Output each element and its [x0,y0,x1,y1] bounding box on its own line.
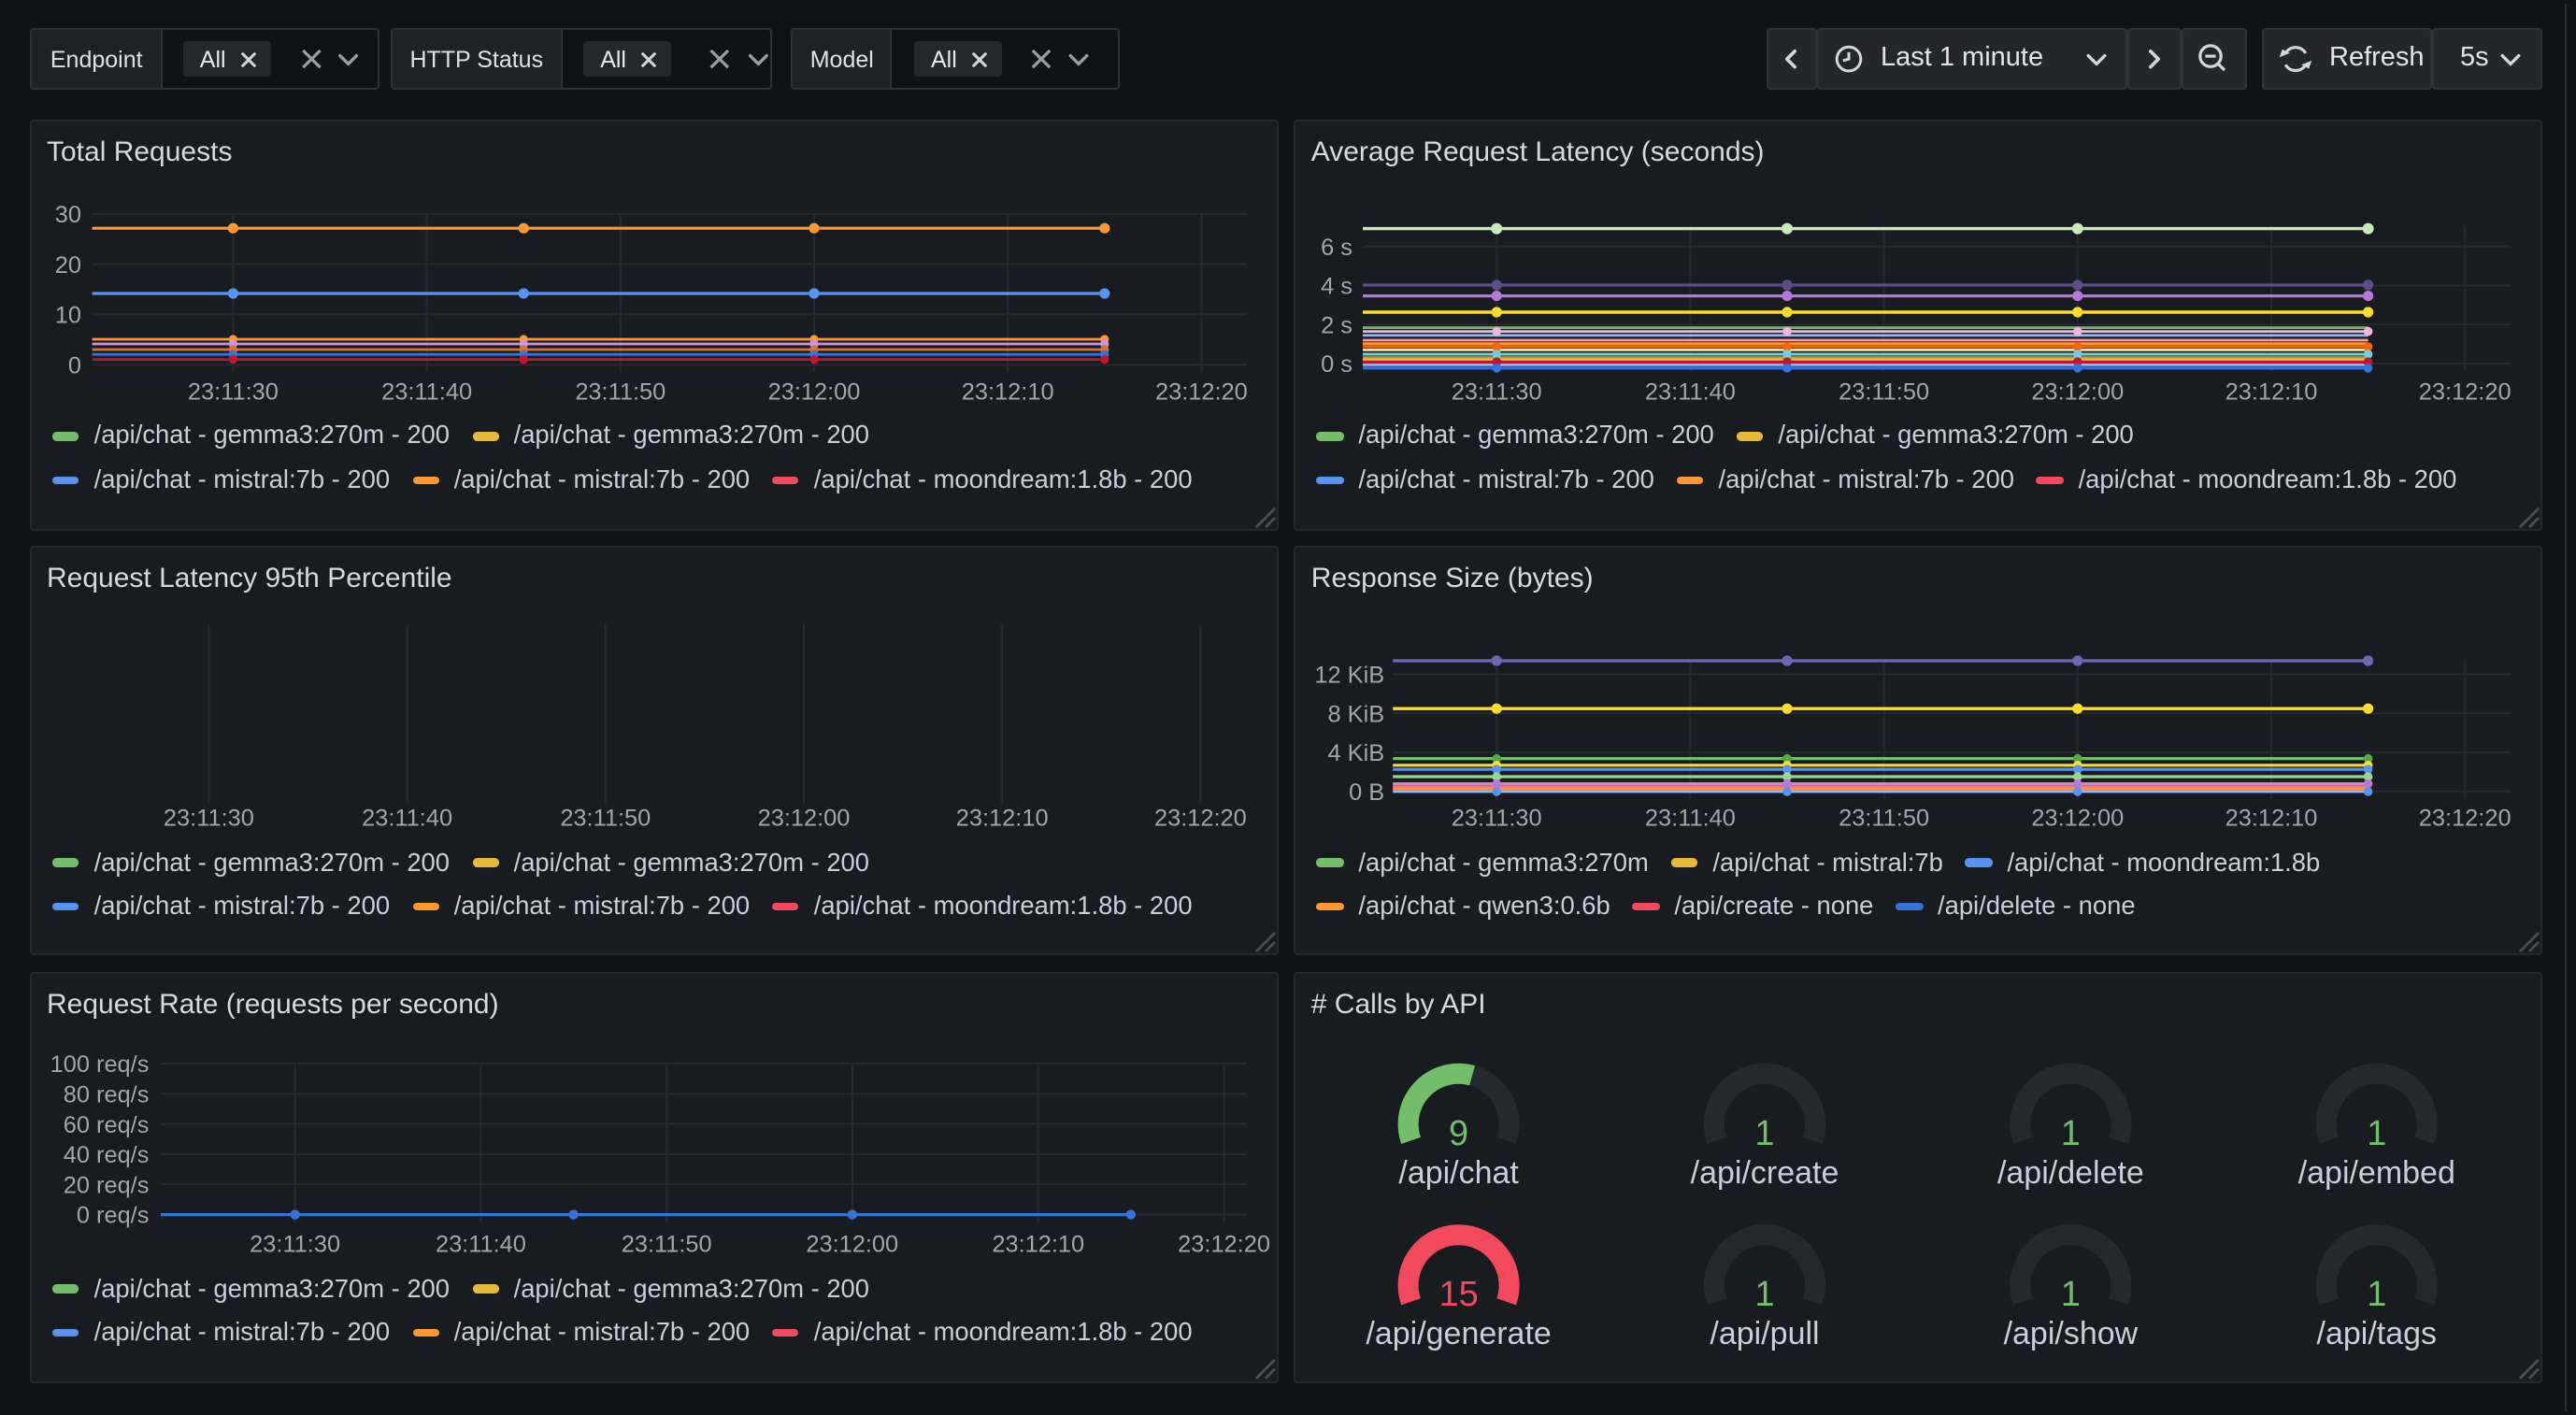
svg-text:1: 1 [1755,1276,1775,1315]
svg-text:1: 1 [2368,1276,2387,1315]
svg-text:23:12:20: 23:12:20 [2420,806,2512,832]
svg-text:23:11:30: 23:11:30 [1453,806,1543,832]
svg-text:23:11:40: 23:11:40 [436,1232,526,1258]
svg-text:23:11:40: 23:11:40 [381,379,472,405]
svg-text:12 KiB: 12 KiB [1315,663,1385,689]
svg-text:20 req/s: 20 req/s [64,1173,150,1199]
svg-text:23:12:00: 23:12:00 [2032,806,2125,832]
svg-text:23:12:00: 23:12:00 [758,806,851,832]
svg-text:40 req/s: 40 req/s [64,1143,150,1169]
svg-text:100 req/s: 100 req/s [50,1052,150,1079]
svg-text:23:11:40: 23:11:40 [1646,806,1737,832]
svg-text:23:12:20: 23:12:20 [1155,379,1248,405]
svg-text:/api/generate: /api/generate [1367,1317,1552,1352]
svg-text:23:12:10: 23:12:10 [956,806,1049,832]
svg-text:/api/tags: /api/tags [2317,1317,2437,1352]
svg-text:0: 0 [68,352,81,379]
svg-text:10: 10 [55,303,81,329]
svg-text:23:11:40: 23:11:40 [362,806,452,832]
svg-text:23:11:30: 23:11:30 [188,379,279,405]
svg-text:/api/pull: /api/pull [1710,1317,1820,1352]
svg-text:9: 9 [1450,1114,1469,1153]
svg-text:23:12:20: 23:12:20 [2420,379,2512,405]
svg-text:23:12:10: 23:12:10 [2225,379,2318,405]
svg-text:1: 1 [2062,1114,2082,1153]
svg-text:1: 1 [2368,1114,2387,1153]
svg-text:23:12:10: 23:12:10 [962,379,1054,405]
svg-text:23:12:00: 23:12:00 [768,379,861,405]
svg-text:23:12:00: 23:12:00 [2032,379,2125,405]
svg-text:0 s: 0 s [1322,351,1353,378]
svg-text:23:11:50: 23:11:50 [1839,806,1930,832]
svg-text:1: 1 [2062,1276,2082,1315]
svg-text:/api/embed: /api/embed [2298,1155,2455,1191]
svg-text:23:11:50: 23:11:50 [1839,379,1930,405]
svg-text:1: 1 [1755,1114,1775,1153]
svg-text:23:11:40: 23:11:40 [1646,379,1737,405]
svg-text:/api/delete: /api/delete [1998,1155,2145,1191]
svg-text:15: 15 [1439,1276,1479,1315]
svg-text:23:11:50: 23:11:50 [560,806,651,832]
svg-text:0 B: 0 B [1350,780,1385,807]
svg-text:23:12:10: 23:12:10 [992,1232,1084,1258]
svg-text:6 s: 6 s [1322,235,1353,261]
svg-text:23:12:10: 23:12:10 [2225,806,2318,832]
svg-text:/api/show: /api/show [2004,1317,2139,1352]
svg-text:23:12:20: 23:12:20 [1178,1232,1270,1258]
svg-text:23:11:50: 23:11:50 [622,1232,712,1258]
svg-text:2 s: 2 s [1322,312,1353,338]
svg-text:20: 20 [55,252,81,279]
svg-text:23:12:00: 23:12:00 [806,1232,898,1258]
svg-text:4 KiB: 4 KiB [1328,741,1385,767]
svg-text:30: 30 [55,202,81,228]
svg-text:/api/create: /api/create [1691,1155,1839,1191]
svg-text:23:11:30: 23:11:30 [250,1232,340,1258]
svg-text:8 KiB: 8 KiB [1328,702,1385,728]
svg-text:60 req/s: 60 req/s [64,1112,150,1138]
svg-text:4 s: 4 s [1322,274,1353,300]
svg-text:23:11:50: 23:11:50 [575,379,665,405]
svg-text:/api/chat: /api/chat [1399,1155,1520,1191]
svg-text:23:11:30: 23:11:30 [164,806,254,832]
svg-text:0 req/s: 0 req/s [77,1203,150,1229]
svg-text:80 req/s: 80 req/s [64,1082,150,1108]
svg-text:23:11:30: 23:11:30 [1453,379,1543,405]
svg-text:23:12:20: 23:12:20 [1154,806,1247,832]
